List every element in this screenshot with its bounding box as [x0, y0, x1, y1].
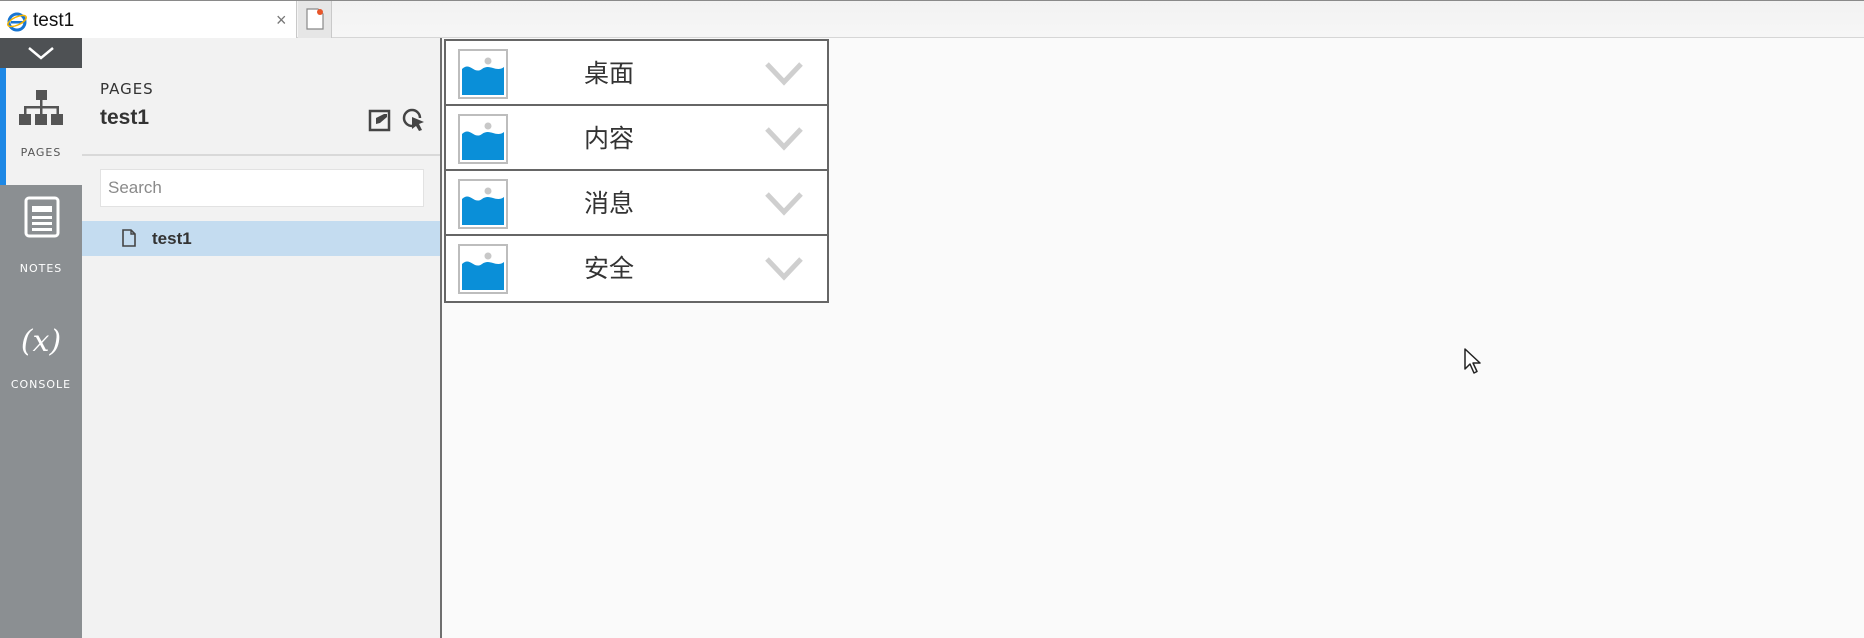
sitemap-icon — [19, 90, 63, 125]
rail-item-notes[interactable]: NOTES — [0, 185, 82, 302]
console-icon: (x) — [20, 324, 62, 359]
rail-label-pages: PAGES — [20, 146, 62, 159]
page-tree-item-label: test1 — [152, 229, 192, 248]
rail-label-console: CONSOLE — [10, 378, 72, 391]
rail-label-notes: NOTES — [19, 262, 63, 275]
notes-icon — [24, 196, 60, 238]
image-placeholder-icon — [458, 114, 508, 164]
chevron-down-icon[interactable] — [764, 190, 804, 216]
menu-item-label: 消息 — [584, 189, 635, 218]
menu-item-label: 内容 — [584, 124, 635, 153]
chevron-down-icon[interactable] — [764, 125, 804, 151]
rail-collapse-button[interactable] — [0, 38, 82, 68]
menu-item-security[interactable]: 安全 — [446, 236, 827, 300]
map-pointer-icon[interactable] — [402, 108, 426, 132]
page-icon — [122, 229, 136, 247]
ie-logo-icon — [7, 12, 27, 32]
left-rail: PAGES NOTES (x) CONSOLE — [0, 38, 82, 638]
browser-tab-strip: test1 × — [0, 0, 1864, 38]
image-placeholder-icon — [458, 244, 508, 294]
panel-divider — [82, 154, 440, 156]
rail-item-console[interactable]: (x) CONSOLE — [0, 302, 82, 419]
new-tab-button[interactable] — [298, 1, 332, 38]
new-tab-icon — [306, 8, 324, 30]
menu-item-label: 安全 — [584, 254, 635, 283]
menu-item-content[interactable]: 内容 — [446, 106, 827, 171]
mouse-cursor-icon — [1464, 348, 1481, 374]
menu-item-desktop[interactable]: 桌面 — [446, 41, 827, 106]
chevron-down-icon[interactable] — [764, 60, 804, 86]
image-placeholder-icon — [458, 179, 508, 229]
tab-close-icon[interactable]: × — [276, 10, 287, 30]
rail-item-pages[interactable]: PAGES — [0, 68, 82, 185]
image-placeholder-icon — [458, 49, 508, 99]
tab-title: test1 — [33, 10, 75, 31]
pages-panel: PAGES test1 test1 — [82, 38, 442, 638]
accordion-menu: 桌面 内容 消息 安全 — [444, 39, 829, 303]
search-input[interactable] — [100, 169, 424, 207]
panel-title: test1 — [100, 106, 150, 129]
page-tree-item[interactable]: test1 — [82, 221, 440, 256]
chevron-down-icon[interactable] — [764, 255, 804, 281]
chevron-down-icon — [28, 47, 54, 60]
menu-item-messages[interactable]: 消息 — [446, 171, 827, 236]
panel-heading: PAGES — [100, 80, 154, 98]
browser-tab[interactable]: test1 × — [0, 1, 297, 38]
design-canvas: 桌面 内容 消息 安全 — [444, 38, 1864, 638]
menu-item-label: 桌面 — [584, 59, 635, 88]
export-icon[interactable] — [368, 108, 392, 132]
